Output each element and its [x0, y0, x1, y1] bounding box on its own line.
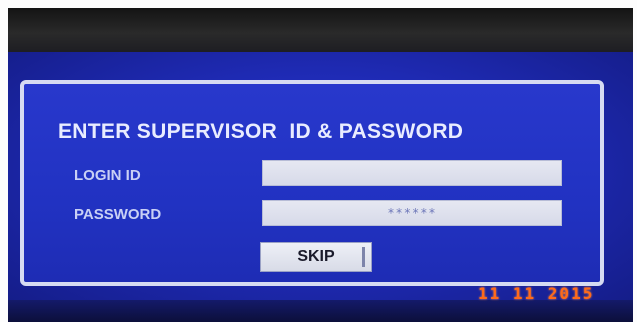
password-field[interactable]: ****** — [262, 200, 562, 226]
login-id-field[interactable] — [262, 160, 562, 186]
photo-frame: ENTER SUPERVISOR ID & PASSWORD LOGIN ID … — [0, 0, 637, 322]
skip-button[interactable]: SKIP — [260, 242, 372, 272]
supervisor-login-dialog: ENTER SUPERVISOR ID & PASSWORD LOGIN ID … — [20, 80, 604, 286]
password-label: PASSWORD — [74, 206, 162, 223]
skip-button-label: SKIP — [297, 248, 335, 265]
login-id-label: LOGIN ID — [74, 167, 141, 184]
monitor-bezel — [8, 8, 633, 54]
button-edge-divider — [362, 247, 365, 267]
photo-timestamp: 11 11 2015 — [478, 284, 595, 303]
screen-bottom-edge — [8, 300, 633, 322]
dialog-title: ENTER SUPERVISOR ID & PASSWORD — [58, 120, 464, 143]
